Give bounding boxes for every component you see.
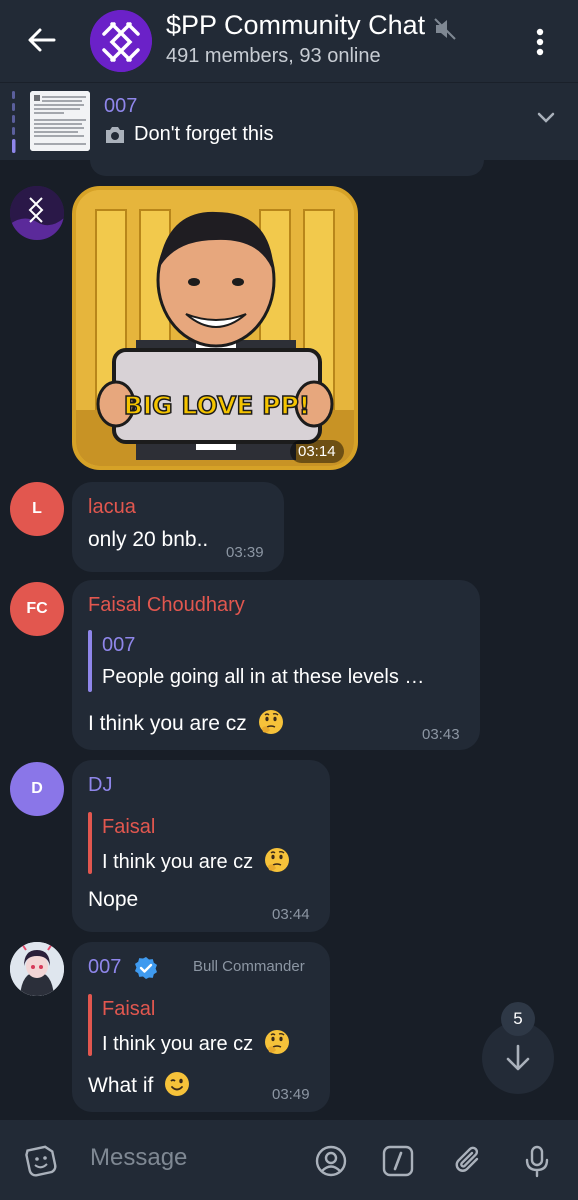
message-bubble[interactable]: lacua only 20 bnb.. 03:39 xyxy=(72,482,284,572)
message-time: 03:14 xyxy=(290,440,344,463)
pinned-message[interactable]: 007 Don't forget this xyxy=(0,82,578,160)
avatar[interactable]: D xyxy=(10,762,64,816)
message-bubble[interactable]: 007 Bull Commander Faisal I think you ar… xyxy=(72,942,330,1112)
unread-count-badge[interactable]: 5 xyxy=(501,1002,535,1036)
thinking-face-emoji-icon xyxy=(264,1030,289,1054)
reply-bar xyxy=(88,812,92,874)
message-text-row: What if xyxy=(88,1070,191,1098)
user-mention-icon[interactable] xyxy=(314,1144,348,1178)
pinned-thumbnail xyxy=(30,91,90,151)
message-text: I think you are cz xyxy=(88,712,247,735)
reply-bar xyxy=(88,994,92,1056)
avatar[interactable] xyxy=(10,186,64,240)
message-time: 03:43 xyxy=(422,726,460,743)
attach-paperclip-icon[interactable] xyxy=(452,1144,486,1178)
winking-face-emoji-icon xyxy=(165,1072,190,1096)
message-bubble[interactable]: DJ Faisal I think you are cz Nope 03:44 xyxy=(72,760,330,932)
message-composer xyxy=(0,1120,578,1200)
bot-commands-icon[interactable] xyxy=(381,1144,415,1178)
thinking-face-emoji-icon xyxy=(258,710,283,734)
avatar[interactable]: L xyxy=(10,482,64,536)
reply-bar xyxy=(88,630,92,692)
chat-title[interactable]: $PP Community Chat xyxy=(166,10,425,41)
pinned-text-row: Don't forget this xyxy=(104,123,273,146)
message-sender[interactable]: lacua xyxy=(88,496,136,519)
reply-text: I think you are cz xyxy=(102,1033,254,1055)
reply-text: I think you are cz xyxy=(102,851,254,873)
camera-icon xyxy=(106,126,124,143)
pinned-indicator xyxy=(12,91,16,153)
more-vertical-icon[interactable] xyxy=(526,24,554,60)
avatar[interactable]: FC xyxy=(10,582,64,636)
message-bubble[interactable]: Faisal Choudhary 007 People going all in… xyxy=(72,580,480,750)
chevron-down-icon[interactable] xyxy=(536,111,556,125)
message-text: What if xyxy=(88,1074,154,1097)
previous-message-edge xyxy=(90,160,484,176)
message-text-row: I think you are cz xyxy=(88,708,285,736)
message-time: 03:44 xyxy=(272,906,310,923)
message-text: Nope xyxy=(88,888,139,911)
sticker-caption: BIG LOVE PP! xyxy=(124,391,310,420)
chat-members-count: 491 members, 93 online xyxy=(166,45,381,67)
avatar[interactable] xyxy=(10,942,64,996)
reply-sender[interactable]: 007 xyxy=(102,634,135,657)
reply-text-row[interactable]: I think you are cz xyxy=(102,846,291,874)
sticker-image[interactable]: BIG LOVE PP! xyxy=(72,186,358,470)
arrow-down-icon xyxy=(506,1044,530,1071)
pinned-text: Don't forget this xyxy=(134,123,274,145)
chat-avatar[interactable] xyxy=(90,10,152,72)
reply-text-row[interactable]: I think you are cz xyxy=(102,1028,291,1056)
verified-badge-icon xyxy=(135,957,157,979)
reply-sender[interactable]: Faisal xyxy=(102,816,155,839)
arrow-left-icon[interactable] xyxy=(26,24,58,56)
message-time: 03:49 xyxy=(272,1086,310,1103)
thinking-face-emoji-icon xyxy=(264,848,289,872)
message-input[interactable] xyxy=(90,1138,290,1178)
message-time: 03:39 xyxy=(226,544,264,561)
pinned-sender: 007 xyxy=(104,95,138,117)
message-sender[interactable]: 007 xyxy=(88,956,121,979)
sticker-emoji-icon[interactable] xyxy=(24,1144,58,1178)
reply-sender[interactable]: Faisal xyxy=(102,998,155,1021)
reply-text[interactable]: People going all in at these levels … xyxy=(102,666,424,689)
message-text: only 20 bnb.. xyxy=(88,528,209,551)
message-sender[interactable]: Faisal Choudhary xyxy=(88,594,245,617)
microphone-icon[interactable] xyxy=(520,1144,554,1178)
chat-header: $PP Community Chat 491 members, 93 onlin… xyxy=(0,0,578,82)
member-title: Bull Commander xyxy=(193,958,305,975)
muted-speaker-icon xyxy=(434,18,456,40)
message-sender[interactable]: DJ xyxy=(88,774,112,797)
